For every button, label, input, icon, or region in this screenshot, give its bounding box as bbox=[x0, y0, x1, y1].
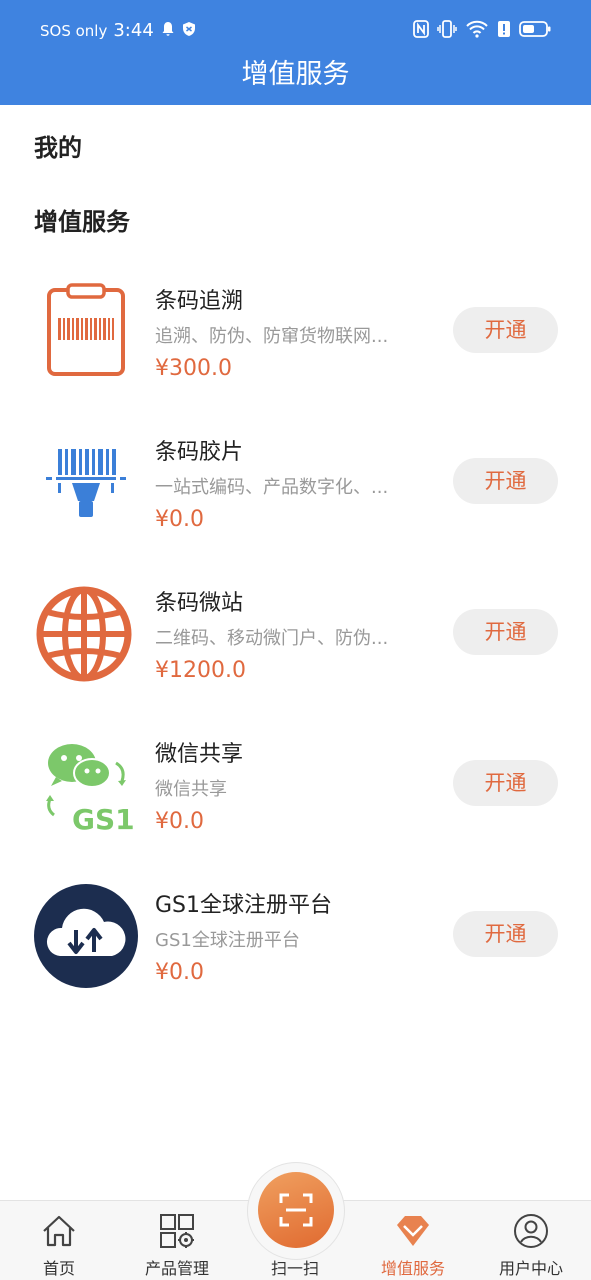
status-bar: SOS only 3:44 bbox=[0, 0, 591, 56]
service-price: ¥300.0 bbox=[155, 356, 232, 381]
app-header: SOS only 3:44 增值服务 bbox=[0, 0, 591, 105]
service-list: 条码追溯 追溯、防伪、防窜货物联网... ¥300.0 开通 条码胶片 一站式编… bbox=[0, 260, 591, 1015]
activate-button[interactable]: 开通 bbox=[453, 760, 558, 806]
nav-label: 用户中心 bbox=[498, 1259, 563, 1278]
service-desc: 追溯、防伪、防窜货物联网... bbox=[155, 326, 389, 347]
cloud-sync-icon bbox=[34, 884, 138, 988]
bell-icon bbox=[160, 21, 176, 41]
user-icon bbox=[513, 1213, 549, 1249]
diamond-icon bbox=[395, 1213, 431, 1249]
service-name: GS1全球注册平台 bbox=[155, 893, 333, 918]
nav-label: 产品管理 bbox=[144, 1259, 209, 1278]
nfc-icon bbox=[413, 20, 429, 42]
home-icon bbox=[41, 1213, 77, 1249]
nav-value-added[interactable]: 增值服务 bbox=[354, 1201, 472, 1280]
service-item[interactable]: 条码胶片 一站式编码、产品数字化、... ¥0.0 开通 bbox=[0, 411, 591, 562]
service-item[interactable]: 条码追溯 追溯、防伪、防窜货物联网... ¥300.0 开通 bbox=[0, 260, 591, 411]
vibrate-icon bbox=[437, 20, 457, 42]
service-item[interactable]: 条码微站 二维码、移动微门户、防伪... ¥1200.0 开通 bbox=[0, 562, 591, 713]
scan-button[interactable] bbox=[258, 1172, 334, 1248]
service-name: 条码微站 bbox=[155, 591, 244, 616]
clock: 3:44 bbox=[113, 20, 154, 41]
service-price: ¥0.0 bbox=[155, 507, 204, 532]
globe-icon bbox=[34, 582, 138, 686]
nav-label: 增值服务 bbox=[380, 1259, 445, 1278]
service-price: ¥0.0 bbox=[155, 960, 204, 985]
activate-button[interactable]: 开通 bbox=[453, 307, 558, 353]
service-price: ¥0.0 bbox=[155, 809, 204, 834]
service-name: 条码胶片 bbox=[155, 440, 244, 465]
service-desc: 二维码、移动微门户、防伪... bbox=[155, 628, 389, 649]
nav-user-center[interactable]: 用户中心 bbox=[472, 1201, 590, 1280]
shield-icon bbox=[182, 21, 196, 41]
wechat-gs1-icon: GS1 bbox=[34, 733, 138, 837]
service-desc: 一站式编码、产品数字化、... bbox=[155, 477, 389, 498]
carrier-text: SOS only bbox=[40, 21, 108, 40]
nav-home[interactable]: 首页 bbox=[0, 1201, 118, 1280]
section-mine-title: 我的 bbox=[34, 134, 82, 162]
gs1-logo-text: GS1 bbox=[72, 803, 135, 836]
clipboard-barcode-icon bbox=[34, 280, 138, 384]
service-desc: GS1全球注册平台 bbox=[155, 930, 300, 951]
barcode-scanner-icon bbox=[34, 431, 138, 535]
battery-icon bbox=[519, 20, 551, 42]
wifi-icon bbox=[465, 20, 489, 42]
activate-button[interactable]: 开通 bbox=[453, 458, 558, 504]
status-right bbox=[413, 20, 551, 42]
service-desc: 微信共享 bbox=[155, 779, 227, 800]
nav-products[interactable]: 产品管理 bbox=[118, 1201, 236, 1280]
activate-button[interactable]: 开通 bbox=[453, 609, 558, 655]
service-name: 微信共享 bbox=[155, 742, 244, 767]
service-item[interactable]: GS1全球注册平台 GS1全球注册平台 ¥0.0 开通 bbox=[0, 864, 591, 1015]
section-services-title: 增值服务 bbox=[34, 208, 130, 236]
status-left: SOS only 3:44 bbox=[40, 20, 196, 41]
service-price: ¥1200.0 bbox=[155, 658, 246, 683]
alert-icon bbox=[497, 20, 511, 42]
service-item[interactable]: GS1 微信共享 微信共享 ¥0.0 开通 bbox=[0, 713, 591, 864]
page-title: 增值服务 bbox=[241, 59, 350, 90]
nav-label: 首页 bbox=[42, 1259, 75, 1278]
screen: SOS only 3:44 增值服务 我的 增值服务 条码追溯 追溯、防伪、防窜… bbox=[0, 0, 591, 1280]
service-name: 条码追溯 bbox=[155, 289, 244, 314]
activate-button[interactable]: 开通 bbox=[453, 911, 558, 957]
grid-gear-icon bbox=[159, 1213, 195, 1249]
scan-icon bbox=[278, 1192, 314, 1228]
